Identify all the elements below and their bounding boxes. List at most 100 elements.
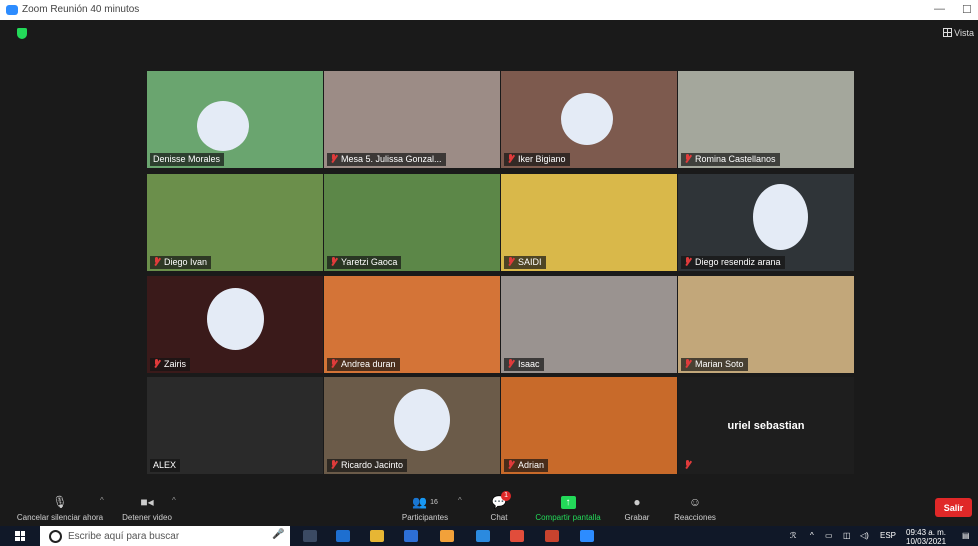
participant-name: Mesa 5. Julissa Gonzal...: [341, 154, 442, 164]
search-icon: [49, 530, 62, 543]
face-blur: [753, 184, 808, 250]
participant-tile[interactable]: Diego resendiz arana: [678, 174, 854, 271]
stop-video-button[interactable]: ■◂ Detener video: [116, 494, 178, 522]
participant-name-label: Andrea duran: [327, 358, 400, 371]
windows-taskbar: Escribe aquí para buscar 🎤 ℛ ^ ▭ ◫ ◁) ES…: [0, 526, 978, 546]
share-icon-wrap: ↑: [531, 494, 605, 510]
participants-label: Participantes: [401, 513, 449, 522]
participant-tile[interactable]: ALEX: [147, 377, 323, 474]
muted-microphone-icon: [330, 460, 337, 469]
muted-microphone-icon: [684, 359, 691, 368]
participant-tile[interactable]: Diego Ivan: [147, 174, 323, 271]
store-icon[interactable]: [404, 530, 418, 542]
participant-name-label: SAIDI: [504, 256, 546, 269]
chat-label: Chat: [490, 513, 508, 522]
participants-count: 16: [430, 498, 438, 506]
clock-time: 09:43 a. m.: [906, 528, 947, 537]
participant-tile[interactable]: Denisse Morales: [147, 71, 323, 168]
participant-tile[interactable]: Romina Castellanos: [678, 71, 854, 168]
participant-tile[interactable]: SAIDI: [501, 174, 677, 271]
clock[interactable]: 09:43 a. m. 10/03/2021: [906, 528, 946, 546]
leave-button[interactable]: Salir: [935, 498, 972, 517]
maximize-icon[interactable]: ☐: [962, 3, 972, 16]
chrome-icon[interactable]: [510, 530, 524, 542]
participant-tile[interactable]: Yaretzi Gaoca: [324, 174, 500, 271]
participant-tile[interactable]: uriel sebastian: [678, 377, 854, 474]
muted-microphone-icon: [330, 257, 337, 266]
participant-name-label: ALEX: [150, 459, 181, 472]
tray-chevron-icon[interactable]: ^: [810, 531, 814, 540]
video-camera-icon: ■◂: [140, 495, 154, 509]
face-blur: [394, 389, 450, 451]
muted-microphone-icon: [507, 154, 514, 163]
share-screen-label: Compartir pantalla: [535, 513, 601, 522]
view-button[interactable]: Vista: [943, 28, 974, 38]
participant-name-label: Yaretzi Gaoca: [327, 256, 402, 269]
participant-name-label: Denisse Morales: [150, 153, 225, 166]
edge-browser-icon[interactable]: [336, 530, 350, 542]
participant-name-label: Zairis: [150, 358, 190, 371]
participant-tile[interactable]: Mesa 5. Julissa Gonzal...: [324, 71, 500, 168]
participants-button[interactable]: 👥 16 Participantes: [395, 494, 455, 522]
mail-icon[interactable]: [476, 530, 490, 542]
zoom-logo-icon: [6, 5, 18, 15]
unmute-button[interactable]: 🎙 Cancelar silenciar ahora: [14, 494, 106, 522]
view-button-label: Vista: [954, 28, 974, 38]
muted-microphone-icon: [507, 359, 514, 368]
volume-icon[interactable]: ◁): [860, 531, 869, 540]
chat-button[interactable]: 💬 1 Chat: [485, 491, 513, 522]
meeting-toolbar: 🎙 Cancelar silenciar ahora ^ ■◂ Detener …: [0, 490, 978, 526]
share-screen-button[interactable]: ↑ Compartir pantalla: [531, 494, 605, 522]
file-explorer-icon[interactable]: [370, 530, 384, 542]
search-placeholder: Escribe aquí para buscar: [68, 531, 180, 542]
app-icon[interactable]: [440, 530, 454, 542]
chat-icon: 💬 1: [491, 491, 511, 510]
network-icon[interactable]: ◫: [843, 531, 851, 540]
participant-tile[interactable]: Zairis: [147, 276, 323, 373]
notifications-icon[interactable]: ▤: [962, 531, 970, 540]
people-icon[interactable]: ℛ: [790, 531, 796, 540]
battery-icon[interactable]: ▭: [825, 531, 833, 540]
windows-start-icon[interactable]: [15, 531, 25, 541]
muted-microphone-icon: [684, 154, 691, 163]
participant-name: Marian Soto: [695, 359, 744, 369]
participants-caret-icon[interactable]: ^: [458, 496, 462, 505]
participants-icon: 👥: [412, 495, 428, 509]
task-view-icon[interactable]: [303, 530, 317, 542]
participant-tile[interactable]: Ricardo Jacinto: [324, 377, 500, 474]
minimize-icon[interactable]: —: [934, 3, 945, 15]
participant-name-label: Ricardo Jacinto: [327, 459, 408, 472]
microphone-muted-icon: 🎙: [52, 495, 68, 509]
participant-tile[interactable]: Isaac: [501, 276, 677, 373]
face-blur: [207, 288, 264, 350]
participant-name: Romina Castellanos: [695, 154, 776, 164]
video-options-caret-icon[interactable]: ^: [172, 496, 176, 505]
participant-name: Andrea duran: [341, 359, 396, 369]
record-button[interactable]: ● Grabar: [622, 494, 652, 522]
participant-name-label: Diego Ivan: [150, 256, 212, 269]
participant-name-label: Romina Castellanos: [681, 153, 780, 166]
participant-tile[interactable]: Adrian: [501, 377, 677, 474]
muted-microphone-icon: [330, 154, 337, 163]
participant-name: Yaretzi Gaoca: [341, 257, 398, 267]
security-shield-icon[interactable]: [17, 28, 27, 39]
muted-microphone-icon: [684, 460, 691, 469]
participant-name-label: [681, 459, 699, 472]
language-indicator[interactable]: ESP: [880, 531, 896, 540]
powerpoint-icon[interactable]: [545, 530, 559, 542]
participant-tile[interactable]: Marian Soto: [678, 276, 854, 373]
share-screen-icon: ↑: [560, 495, 576, 509]
participants-icon-wrap: 👥 16: [395, 494, 455, 510]
participant-tile[interactable]: Andrea duran: [324, 276, 500, 373]
audio-options-caret-icon[interactable]: ^: [100, 496, 104, 505]
participant-tile[interactable]: Iker Bigiano: [501, 71, 677, 168]
reactions-button[interactable]: ☺ Reacciones: [672, 494, 718, 522]
taskbar-search-box[interactable]: Escribe aquí para buscar 🎤: [40, 526, 290, 546]
participant-name: Adrian: [518, 460, 545, 470]
participant-name-label: Diego resendiz arana: [681, 256, 785, 269]
participant-name: Diego resendiz arana: [695, 257, 781, 267]
microphone-icon[interactable]: 🎤: [272, 529, 284, 540]
participant-name: SAIDI: [518, 257, 542, 267]
muted-microphone-icon: [507, 257, 514, 266]
zoom-taskbar-icon[interactable]: [580, 530, 594, 542]
